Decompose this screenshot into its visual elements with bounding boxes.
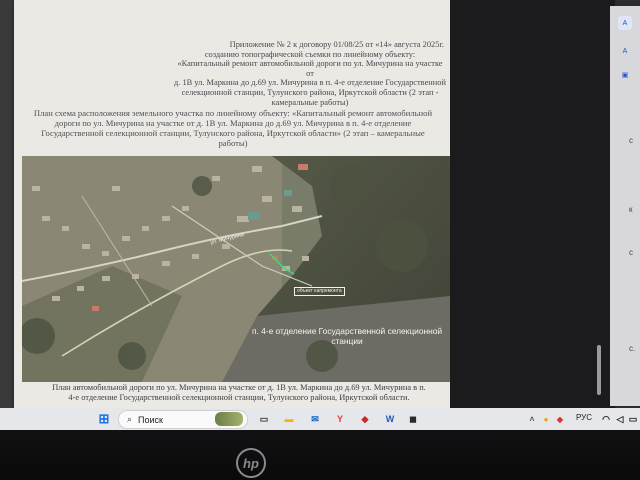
appendix-header: Приложение № 2 к договору 01/08/25 от «1… [174, 40, 446, 107]
scrollbar[interactable] [597, 345, 601, 395]
plan-title-line: дороги по ул. Мичурина на участке от д. … [54, 118, 412, 128]
language-indicator[interactable]: РУС [576, 413, 592, 422]
app-icon[interactable]: ◼ [405, 411, 421, 427]
appendix-line: д. 1В ул. Маркина до д.69 ул. Мичурина в… [174, 78, 446, 88]
screen: Приложение № 2 к договору 01/08/25 от «1… [0, 0, 640, 418]
plan-title-line: План схема расположения земельного участ… [33, 108, 433, 118]
plan-title: План схема расположения земельного участ… [28, 108, 438, 148]
edge-sidebar: A A ▣ [610, 6, 640, 406]
office-icon[interactable]: ▣ [618, 68, 632, 82]
word-icon[interactable]: W [382, 411, 398, 427]
plan-title-line: Государственной селекционной станции, Ту… [41, 128, 425, 138]
hp-logo: hp [236, 448, 266, 478]
laptop-bezel [0, 430, 640, 480]
satellite-map-image: ул. Мичурина объект капремонта п. 4-е от… [22, 156, 450, 382]
search-placeholder: Поиск [138, 414, 163, 425]
task-view-icon[interactable]: ▭ [256, 411, 272, 427]
document-page[interactable]: Приложение № 2 к договору 01/08/25 от «1… [14, 0, 450, 408]
read-aloud-icon[interactable]: A [618, 44, 632, 58]
security-icon[interactable]: ◆ [357, 411, 373, 427]
hp-logo-text: hp [243, 455, 259, 471]
appendix-line: созданию топографической съемки по линей… [204, 49, 416, 59]
map-caption: План автомобильной дороги по ул. Мичурин… [34, 383, 444, 402]
appendix-line: селекционной станции, Тулунского района,… [181, 87, 439, 107]
file-explorer-icon[interactable]: ▬ [281, 411, 297, 427]
caption-line: План автомобильной дороги по ул. Мичурин… [52, 383, 426, 392]
yandex-browser-icon[interactable]: Y [332, 411, 348, 427]
search-icon: ⌕ [127, 414, 133, 425]
edge-text: с. [629, 344, 636, 353]
map-object-label: объект капремонта [294, 287, 345, 296]
appendix-line: Приложение № 2 к договору 01/08/25 от «1… [229, 40, 444, 49]
taskbar: ⊞ ⌕ Поиск ▭ ▬ ✉ Y ◆ W ◼ ˄ ● ◆ РУС ◠ ◁ ▭ [0, 408, 640, 430]
appendix-line: «Капитальный ремонт автомобильной дороги… [177, 59, 443, 78]
battery-icon[interactable]: ▭ [625, 411, 640, 427]
search-highlight-image [215, 412, 243, 426]
mail-icon[interactable]: ✉ [307, 411, 323, 427]
plan-title-line: работы) [218, 138, 248, 148]
edge-text: с [629, 136, 633, 145]
edge-text: с [629, 248, 633, 257]
satellite-imagery [22, 156, 450, 382]
translate-icon[interactable]: A [618, 16, 632, 30]
viewer-dark-area [450, 0, 615, 408]
search-input[interactable]: ⌕ Поиск [118, 410, 248, 429]
windows-start-icon[interactable]: ⊞ [96, 411, 112, 427]
edge-text: к [629, 205, 633, 214]
viewer-background [0, 0, 14, 410]
caption-line: 4-е отделение Государственной селекционн… [68, 392, 410, 402]
map-settlement-label: п. 4-е отделение Государственной селекци… [251, 326, 443, 346]
tray-security-icon[interactable]: ◆ [552, 411, 568, 427]
